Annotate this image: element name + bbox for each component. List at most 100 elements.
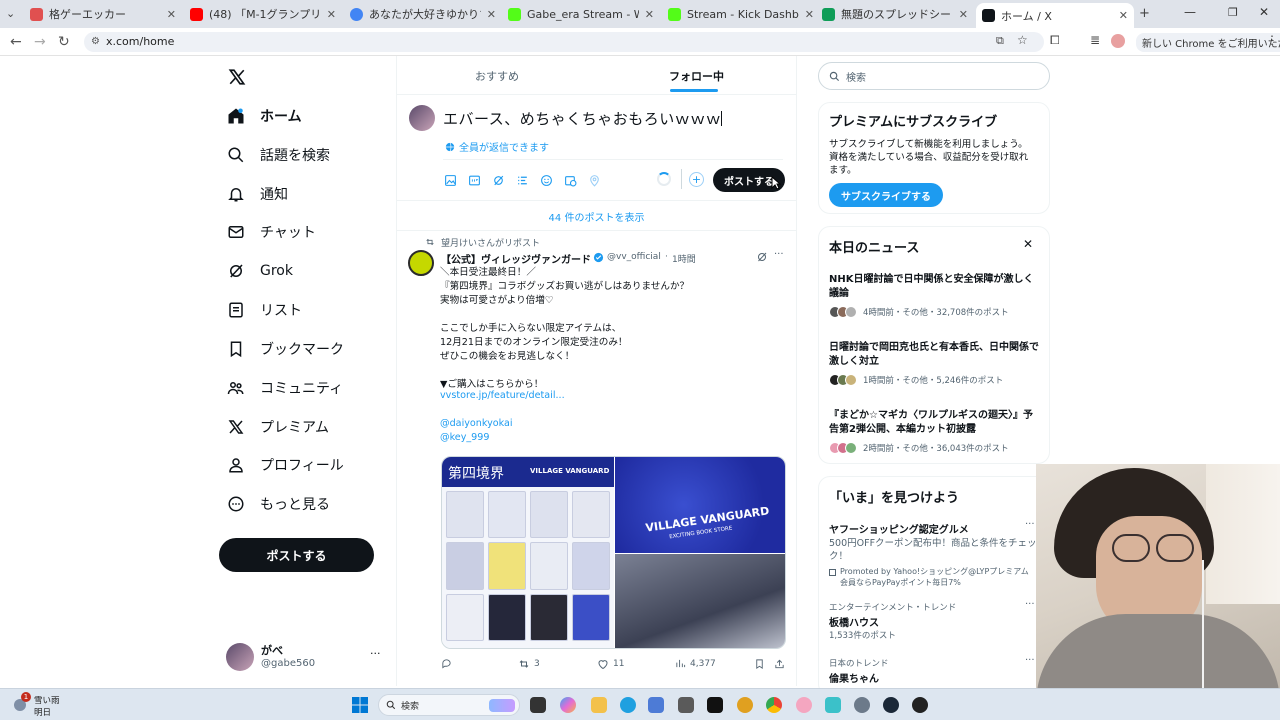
steam-icon[interactable] (883, 697, 899, 713)
author-avatar[interactable] (408, 250, 434, 276)
poll-icon[interactable] (515, 173, 529, 187)
trend-item[interactable]: 日本のトレンド ··· 倫果ちゃん (819, 655, 1051, 691)
media-image-bottom-right[interactable] (615, 554, 785, 648)
nav-home[interactable]: ホーム (226, 101, 302, 131)
extensions-icon[interactable]: ⧠ (1050, 33, 1060, 48)
tab-close-icon[interactable]: ✕ (1119, 9, 1128, 22)
nav-grok[interactable]: Grok (226, 256, 293, 286)
news-item[interactable]: 『まどか☆マギカ〈ワルプルギスの廻天〉』予 告第2弾公開、本編カット初披露 2時… (819, 409, 1051, 459)
nav-explore[interactable]: 話題を検索 (226, 140, 330, 170)
views-action[interactable]: 4,377 (675, 658, 716, 669)
app-icon[interactable] (825, 697, 841, 713)
media-image-left[interactable]: 第四境界 VILLAGE VANGUARD (442, 457, 614, 648)
browser-tab-3[interactable]: あなたが大好きゆかりちゃん一ばん ✕ (344, 3, 502, 25)
tab-close-icon[interactable]: ✕ (487, 8, 496, 21)
bookmark-star-icon[interactable]: ☆ (1017, 33, 1028, 47)
browser-tab-1[interactable]: 格ゲーエッカー ✕ (24, 3, 182, 25)
reply-setting[interactable]: 全員が返信できます (445, 139, 549, 154)
browser-tab-4[interactable]: Gabe_era Stream - Watch Live ✕ (502, 3, 660, 25)
tab-close-icon[interactable]: ✕ (959, 8, 968, 21)
search-input[interactable]: 検索 (818, 62, 1050, 90)
minimize-icon[interactable]: — (1184, 5, 1196, 19)
add-post-icon[interactable]: + (689, 172, 704, 187)
account-more-icon[interactable]: ··· (370, 647, 381, 660)
browser-menu-icon[interactable]: ⋮ (1266, 33, 1278, 47)
store-icon[interactable] (648, 697, 664, 713)
post-button[interactable]: ポストする (219, 538, 374, 572)
repost-action[interactable]: 3 (518, 658, 540, 670)
close-window-icon[interactable]: ✕ (1259, 5, 1269, 19)
media-image-top-right[interactable]: VILLAGE VANGUARD EXCITING BOOK STORE (615, 457, 785, 553)
tab-following[interactable]: フォロー中 (669, 68, 724, 84)
nav-more[interactable]: もっと見る (226, 489, 330, 519)
trend-more-icon[interactable]: ··· (1025, 519, 1035, 530)
bookmark-icon[interactable] (754, 658, 765, 670)
browser-tab-6[interactable]: 無題のスプレッドシート - Google ✕ (816, 3, 974, 25)
location-icon[interactable] (587, 173, 601, 187)
app-icon[interactable] (912, 697, 928, 713)
browser-tab-2[interactable]: (48) 「M-1グランプリ」を観ながら聴 ✕ (184, 3, 342, 25)
chrome-icon[interactable] (766, 697, 782, 713)
install-app-icon[interactable]: ⧉ (996, 34, 1004, 48)
tab-close-icon[interactable]: ✕ (167, 8, 176, 21)
account-switcher[interactable]: がべ @gabe560 ··· (226, 641, 386, 675)
site-info-icon[interactable]: ⚙ (91, 32, 100, 52)
share-icon[interactable] (774, 658, 785, 670)
tweet-media[interactable]: 第四境界 VILLAGE VANGUARD VILLAGE VANGUARD E… (441, 456, 786, 649)
like-action[interactable]: 11 (597, 658, 624, 670)
nav-communities[interactable]: コミュニティ (226, 373, 343, 403)
tweet-mention[interactable]: @key_999 (440, 432, 490, 443)
tweet-link[interactable]: vvstore.jp/feature/detail... (440, 390, 565, 401)
copilot-icon[interactable] (560, 697, 576, 713)
url-field[interactable]: ⚙ x.com/home (84, 32, 1044, 52)
subscribe-button[interactable]: サブスクライブする (829, 183, 943, 207)
tweet-time[interactable]: 1時間 (672, 252, 696, 265)
app-icon[interactable] (796, 697, 812, 713)
trend-item[interactable]: エンターテインメント・トレンド ··· 板橋ハウス 1,533件のポスト (819, 599, 1051, 647)
windows-start-icon[interactable] (352, 697, 368, 713)
tab-for-you[interactable]: おすすめ (475, 68, 519, 84)
trend-item[interactable]: ヤフーショッピング認定グルメ ··· 500円OFFクーポン配布中！商品と条件を… (819, 519, 1051, 591)
profile-avatar-icon[interactable] (1111, 34, 1125, 48)
media-icon[interactable] (443, 173, 457, 187)
app-icon[interactable] (678, 697, 694, 713)
grok-icon[interactable] (756, 251, 768, 263)
maximize-icon[interactable]: ❐ (1228, 6, 1238, 19)
nav-premium[interactable]: プレミアム (226, 412, 329, 442)
trend-more-icon[interactable]: ··· (1025, 599, 1035, 610)
weather-widget[interactable]: 1 雪い雨 明日 (14, 692, 74, 718)
x-logo-icon[interactable] (228, 68, 246, 86)
gif-icon[interactable] (467, 173, 481, 187)
tab-close-icon[interactable]: ✕ (645, 8, 654, 21)
show-new-posts[interactable]: 44 件のポストを表示 (397, 209, 796, 224)
repost-by-label[interactable]: 望月けいさんがリポスト (441, 236, 540, 249)
task-view-icon[interactable] (530, 697, 546, 713)
emoji-icon[interactable] (539, 173, 553, 187)
new-tab-icon[interactable]: + (1139, 6, 1150, 21)
app-icon[interactable] (737, 697, 753, 713)
close-icon[interactable]: ✕ (1023, 237, 1033, 251)
browser-tab-active[interactable]: ホーム / X ✕ (976, 3, 1134, 28)
tweet[interactable]: 望月けいさんがリポスト 【公式】ヴィレッジヴァンガード @vv_official… (397, 232, 796, 686)
tweet-mention[interactable]: @daiyonkyokai (440, 418, 513, 429)
tab-list-icon[interactable]: ⌄ (6, 7, 15, 20)
tab-close-icon[interactable]: ✕ (805, 8, 814, 21)
schedule-icon[interactable] (563, 173, 577, 187)
browser-tab-5[interactable]: Stream - Kick Dashboard ✕ (662, 3, 820, 25)
nav-profile[interactable]: プロフィール (226, 450, 344, 480)
nav-notifications[interactable]: 通知 (226, 179, 288, 209)
taskbar-search[interactable]: 検索 (378, 694, 520, 716)
tab-search-icon[interactable]: ≣ (1090, 33, 1100, 47)
nav-bookmarks[interactable]: ブックマーク (226, 334, 344, 364)
forward-icon[interactable]: → (34, 34, 46, 50)
capcut-icon[interactable] (707, 697, 723, 713)
trend-more-icon[interactable]: ··· (1025, 655, 1035, 666)
reply-action[interactable] (441, 658, 456, 669)
news-item[interactable]: NHK日曜討論で日中関係と安全保障が激しく 議論 4時間前・その他・32,708… (819, 273, 1051, 323)
news-item[interactable]: 日曜討論で岡田克也氏と有本香氏、日中関係で 激しく対立 1時間前・その他・5,2… (819, 341, 1051, 391)
compose-textarea[interactable]: エバース、めちゃくちゃおもろいｗｗｗ (443, 108, 723, 129)
edge-icon[interactable] (620, 697, 636, 713)
tab-close-icon[interactable]: ✕ (327, 8, 336, 21)
chrome-update-notice[interactable]: 新しい Chrome をご利用いただけます (1136, 33, 1280, 52)
back-icon[interactable]: ← (10, 34, 22, 50)
